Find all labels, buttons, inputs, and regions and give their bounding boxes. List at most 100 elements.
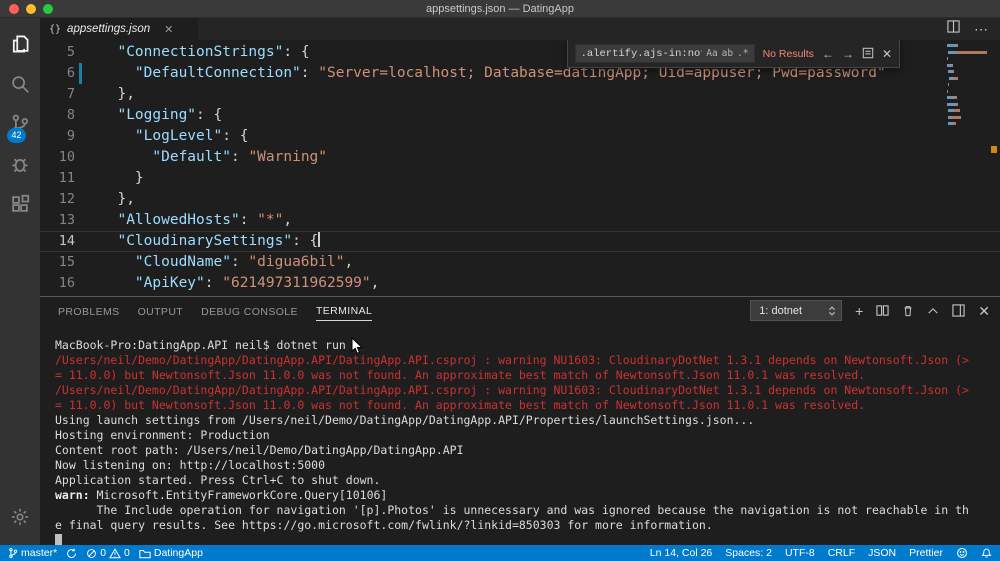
indentation-item[interactable]: Spaces: 2 <box>725 547 772 559</box>
terminal-line: Hosting environment: Production <box>55 428 270 442</box>
close-panel-icon[interactable]: ✕ <box>978 304 990 318</box>
line-number: 10 <box>58 149 75 165</box>
maximize-panel-icon[interactable] <box>927 305 939 317</box>
code-line[interactable]: 15 "CloudName": "digua6bil", <box>40 252 1000 273</box>
whole-word-toggle[interactable]: ab <box>722 48 733 59</box>
git-branch-item[interactable]: master* <box>8 547 57 559</box>
line-number: 5 <box>66 44 75 60</box>
minimap-line <box>946 44 988 47</box>
close-find-icon[interactable]: ✕ <box>882 48 892 60</box>
minimap-line <box>946 70 988 73</box>
project-folder-name: DatingApp <box>153 547 203 559</box>
line-number: 16 <box>58 275 75 291</box>
minimap-line <box>946 96 988 99</box>
panel-layout-icon[interactable] <box>952 303 965 318</box>
find-query-text: .alertify.ajs-in:not(.ajs <box>580 47 703 60</box>
code-text: "Logging": { <box>117 107 223 123</box>
minimize-window-button[interactable] <box>26 4 36 14</box>
new-terminal-icon[interactable]: + <box>855 304 863 318</box>
debug-icon[interactable] <box>0 144 40 184</box>
code-text: "ApiSecret": "..." <box>100 294 1000 296</box>
tab-label: appsettings.json <box>67 23 151 35</box>
notifications-bell-icon[interactable] <box>981 547 992 559</box>
tab-appsettings-json[interactable]: {} appsettings.json ✕ <box>40 18 198 40</box>
explorer-icon[interactable] <box>0 24 40 64</box>
formatter-item[interactable]: Prettier <box>909 547 943 559</box>
find-input[interactable]: .alertify.ajs-in:not(.ajs Aa ab .* <box>574 44 755 63</box>
code-line[interactable]: 8 "Logging": { <box>40 105 1000 126</box>
regex-toggle[interactable]: .* <box>737 48 748 59</box>
sync-item[interactable] <box>66 548 77 559</box>
terminal-instance-select[interactable]: 1: dotnet <box>750 300 843 321</box>
zoom-window-button[interactable] <box>43 4 53 14</box>
feedback-smiley-icon[interactable] <box>956 547 968 559</box>
minimap-line <box>946 57 988 60</box>
line-number: 12 <box>58 191 75 207</box>
terminal-line: Using launch settings from /Users/neil/D… <box>55 413 755 427</box>
minimap-line <box>946 109 988 112</box>
extensions-icon[interactable] <box>0 184 40 224</box>
code-text: "LogLevel": { <box>134 128 249 144</box>
split-terminal-icon[interactable] <box>876 304 889 318</box>
project-folder-item[interactable]: DatingApp <box>139 547 203 559</box>
terminal-line: Now listening on: http://localhost:5000 <box>55 458 326 472</box>
search-icon[interactable] <box>0 64 40 104</box>
code-text: "Default": "Warning" <box>152 149 328 165</box>
terminal-line: /Users/neil/Demo/DatingApp/DatingApp.API… <box>55 383 969 397</box>
encoding-item[interactable]: UTF-8 <box>785 547 815 559</box>
code-line[interactable]: 7 }, <box>40 84 1000 105</box>
minimap-line <box>946 115 988 119</box>
source-control-icon[interactable]: 42 <box>0 104 40 144</box>
bottom-panel: PROBLEMS OUTPUT DEBUG CONSOLE TERMINAL 1… <box>40 296 1000 545</box>
terminal-output[interactable]: MacBook-Pro:DatingApp.API neil$ dotnet r… <box>40 324 1000 545</box>
next-match-icon[interactable]: → <box>842 48 854 60</box>
cursor-position-item[interactable]: Ln 14, Col 26 <box>650 547 712 559</box>
select-chevrons-icon <box>829 305 836 316</box>
previous-match-icon[interactable]: ← <box>822 48 834 60</box>
code-line[interactable]: 11 } <box>40 168 1000 189</box>
language-mode-item[interactable]: JSON <box>868 547 896 559</box>
code-text: }, <box>117 86 135 102</box>
window-controls <box>9 4 53 14</box>
settings-gear-icon[interactable] <box>0 497 40 537</box>
find-in-selection-icon[interactable] <box>862 47 874 61</box>
terminal-line: e final query results. See https://go.mi… <box>55 518 713 532</box>
tab-problems[interactable]: PROBLEMS <box>58 301 120 321</box>
minimap-line <box>946 83 988 86</box>
window-title: appsettings.json — DatingApp <box>426 2 574 15</box>
code-text: } <box>134 170 144 186</box>
code-text: "CloudinarySettings": { <box>117 232 321 249</box>
minimap-line <box>946 122 988 125</box>
text-cursor <box>318 232 321 247</box>
line-number: 7 <box>66 86 75 102</box>
code-line[interactable]: 14 "CloudinarySettings": { <box>40 231 1000 252</box>
close-window-button[interactable] <box>9 4 19 14</box>
kill-terminal-icon[interactable] <box>902 304 914 318</box>
code-text: "CloudName": "digua6bil", <box>134 254 354 270</box>
code-line[interactable]: 16 "ApiKey": "621497311962599", <box>40 273 1000 294</box>
code-line[interactable]: 13 "AllowedHosts": "*", <box>40 210 1000 231</box>
code-line[interactable]: 10 "Default": "Warning" <box>40 147 1000 168</box>
problems-item[interactable]: 0 0 <box>86 547 130 559</box>
minimap-line <box>946 50 988 54</box>
tab-debug-console[interactable]: DEBUG CONSOLE <box>201 301 298 321</box>
tab-terminal[interactable]: TERMINAL <box>315 300 373 321</box>
code-line[interactable]: 17 "ApiSecret": "..." <box>40 294 1000 296</box>
activity-bar: 42 <box>0 18 40 545</box>
line-number: 11 <box>58 170 75 186</box>
tab-close-icon[interactable]: ✕ <box>164 23 173 36</box>
code-line[interactable]: 9 "LogLevel": { <box>40 126 1000 147</box>
minimap[interactable] <box>946 44 988 129</box>
editor[interactable]: 5 "ConnectionStrings": {6 "DefaultConnec… <box>40 40 1000 296</box>
eol-item[interactable]: CRLF <box>828 547 855 559</box>
scm-badge: 42 <box>7 128 26 143</box>
code-line[interactable]: 12 }, <box>40 189 1000 210</box>
code-text: "AllowedHosts": "*", <box>117 212 293 228</box>
warning-count: 0 <box>124 547 130 559</box>
more-actions-icon[interactable]: ⋯ <box>974 22 988 36</box>
match-case-toggle[interactable]: Aa <box>706 48 717 59</box>
tab-output[interactable]: OUTPUT <box>138 301 184 321</box>
code-text: "ApiKey": "621497311962599", <box>134 275 380 291</box>
editor-lines: 5 "ConnectionStrings": {6 "DefaultConnec… <box>40 42 1000 296</box>
split-editor-icon[interactable] <box>947 20 960 38</box>
